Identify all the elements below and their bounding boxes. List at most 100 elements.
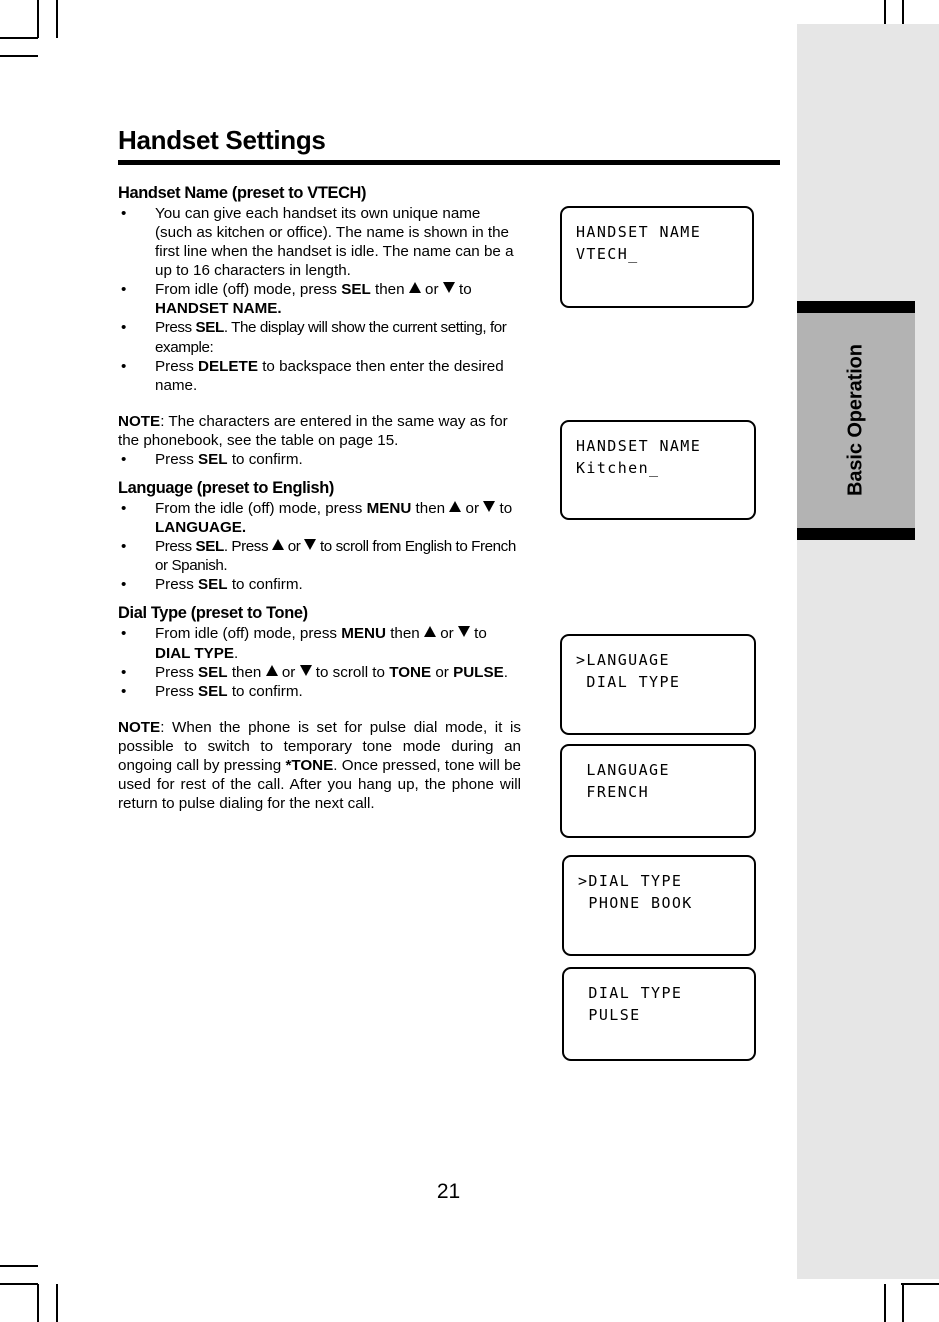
list-item: • Press DELETE to backspace then enter t… (118, 357, 521, 395)
text-run: to (495, 500, 513, 518)
text-run: Press (155, 576, 199, 594)
language-bullet-list: • From the idle (off) mode, press MENU t… (118, 499, 521, 594)
text-run: . (503, 663, 508, 681)
list-item: • From idle (off) mode, press MENU then … (118, 624, 521, 662)
note-dial-type: NOTE: When the phone is set for pulse di… (118, 718, 521, 813)
key-sel: SEL (198, 682, 228, 700)
section-thumb-tab: Basic Operation (797, 301, 915, 540)
list-item: • You can give each handset its own uniq… (118, 204, 521, 280)
option-tone: TONE (389, 663, 432, 681)
bullet-dot: • (121, 682, 127, 700)
lcd-screen-handset-name-default: HANDSET NAME VTECH_ (560, 206, 754, 308)
list-item-text: Press SEL then or to scroll to TONE or P… (155, 664, 508, 681)
list-item: • Press SEL to confirm. (118, 575, 521, 594)
text-run: then (227, 663, 266, 681)
list-item: • From idle (off) mode, press SEL then o… (118, 280, 521, 318)
lcd-line-2: Kitchen_ (576, 459, 660, 478)
key-sel: SEL (195, 319, 225, 337)
page-number: 21 (436, 1180, 461, 1203)
lcd-line-1: HANDSET NAME (576, 223, 702, 241)
bullet-dot: • (121, 205, 127, 223)
text-run: Press (155, 682, 199, 700)
page-edge-bleed (797, 24, 939, 1279)
text-run: or (461, 500, 484, 518)
text-run: to (469, 625, 487, 643)
list-item: • Press SEL to confirm. (118, 450, 521, 469)
text-run: to (454, 281, 472, 299)
list-item-text: From idle (off) mode, press SEL then or … (155, 281, 472, 317)
arrow-up-icon (271, 539, 284, 551)
arrow-up-icon (265, 664, 278, 676)
lcd-screen-dial-type-pulse: DIAL TYPE PULSE (562, 967, 756, 1061)
list-item-text: Press DELETE to backspace then enter the… (155, 358, 504, 394)
crop-mark (0, 1283, 38, 1285)
crop-mark (37, 0, 39, 38)
crop-mark (901, 1283, 939, 1285)
section-heading-language: Language (preset to English) (118, 479, 335, 498)
text-run: Press (155, 663, 199, 681)
arrow-down-icon (442, 282, 455, 294)
note-handset-name: NOTE: The characters are entered in the … (118, 412, 521, 450)
lcd-line-1: LANGUAGE (576, 761, 670, 779)
menu-target-dial-type: DIAL TYPE (155, 644, 235, 662)
text-run: or (277, 663, 300, 681)
crop-mark (0, 37, 38, 39)
menu-target-language: LANGUAGE. (155, 519, 247, 537)
text-run: to scroll to (311, 663, 390, 681)
lcd-line-1: DIAL TYPE (578, 984, 683, 1002)
arrow-down-icon (483, 501, 496, 513)
lcd-line-2: VTECH_ (576, 245, 639, 264)
list-item-text: Press SEL to confirm. (155, 576, 303, 593)
bullet-dot: • (121, 357, 127, 375)
section-heading-dial-type: Dial Type (preset to Tone) (118, 604, 308, 623)
text-run: to confirm. (227, 450, 303, 468)
bullet-dot: • (121, 663, 127, 681)
arrow-up-icon (423, 626, 436, 638)
arrow-down-icon (299, 664, 312, 676)
section-heading-handset-name: Handset Name (preset to VTECH) (118, 184, 367, 202)
bullet-dot: • (121, 500, 127, 518)
handset-name-confirm-list: • Press SEL to confirm. (118, 450, 521, 469)
list-item: • Press SEL to confirm. (118, 682, 521, 701)
text-run: Press (155, 538, 196, 556)
lcd-line-2: DIAL TYPE (576, 673, 681, 692)
list-item-text: From the idle (off) mode, press MENU the… (155, 500, 512, 536)
key-sel: SEL (198, 576, 228, 594)
arrow-up-icon (408, 282, 421, 294)
text-run: to confirm. (227, 682, 303, 700)
crop-mark (56, 0, 58, 38)
note-label: NOTE (118, 412, 161, 430)
text-run: or (420, 281, 443, 299)
text-run: then (411, 500, 450, 518)
list-item-text: Press SEL. Press or to scroll from Engli… (155, 538, 516, 574)
bullet-dot: • (121, 538, 126, 556)
manual-page: Basic Operation Handset Settings Handset… (0, 0, 939, 1322)
key-menu: MENU (366, 500, 412, 518)
note-label: NOTE (118, 718, 161, 736)
list-item-text: You can give each handset its own unique… (155, 205, 514, 280)
key-sel: SEL (195, 538, 225, 556)
thumb-tab-bar-bottom (797, 528, 915, 540)
arrow-up-icon (449, 501, 462, 513)
text-run: From the idle (off) mode, press (155, 500, 367, 518)
text-run: or (283, 538, 305, 556)
arrow-down-icon (304, 539, 317, 551)
list-item: • Press SEL. The display will show the c… (118, 318, 521, 356)
bullet-dot: • (121, 319, 126, 337)
lcd-line-1: HANDSET NAME (576, 437, 702, 455)
text-run: From idle (off) mode, press (155, 281, 342, 299)
list-item-text: From idle (off) mode, press MENU then or… (155, 625, 487, 661)
crop-mark (902, 1284, 904, 1322)
text-run: or (431, 663, 454, 681)
list-item-text: Press SEL. The display will show the cur… (155, 319, 507, 355)
lcd-screen-language-french: LANGUAGE FRENCH (560, 744, 756, 838)
lcd-screen-menu-language: >LANGUAGE DIAL TYPE (560, 634, 756, 735)
lcd-line-1: >DIAL TYPE (578, 872, 683, 890)
text-run: From idle (off) mode, press (155, 625, 342, 643)
bullet-dot: • (121, 625, 127, 643)
text-run: then (385, 625, 424, 643)
text-run: . Press (223, 538, 272, 556)
lcd-line-2: PHONE BOOK (578, 894, 693, 913)
list-item-text: Press SEL to confirm. (155, 683, 303, 700)
dial-type-bullet-list: • From idle (off) mode, press MENU then … (118, 624, 521, 700)
